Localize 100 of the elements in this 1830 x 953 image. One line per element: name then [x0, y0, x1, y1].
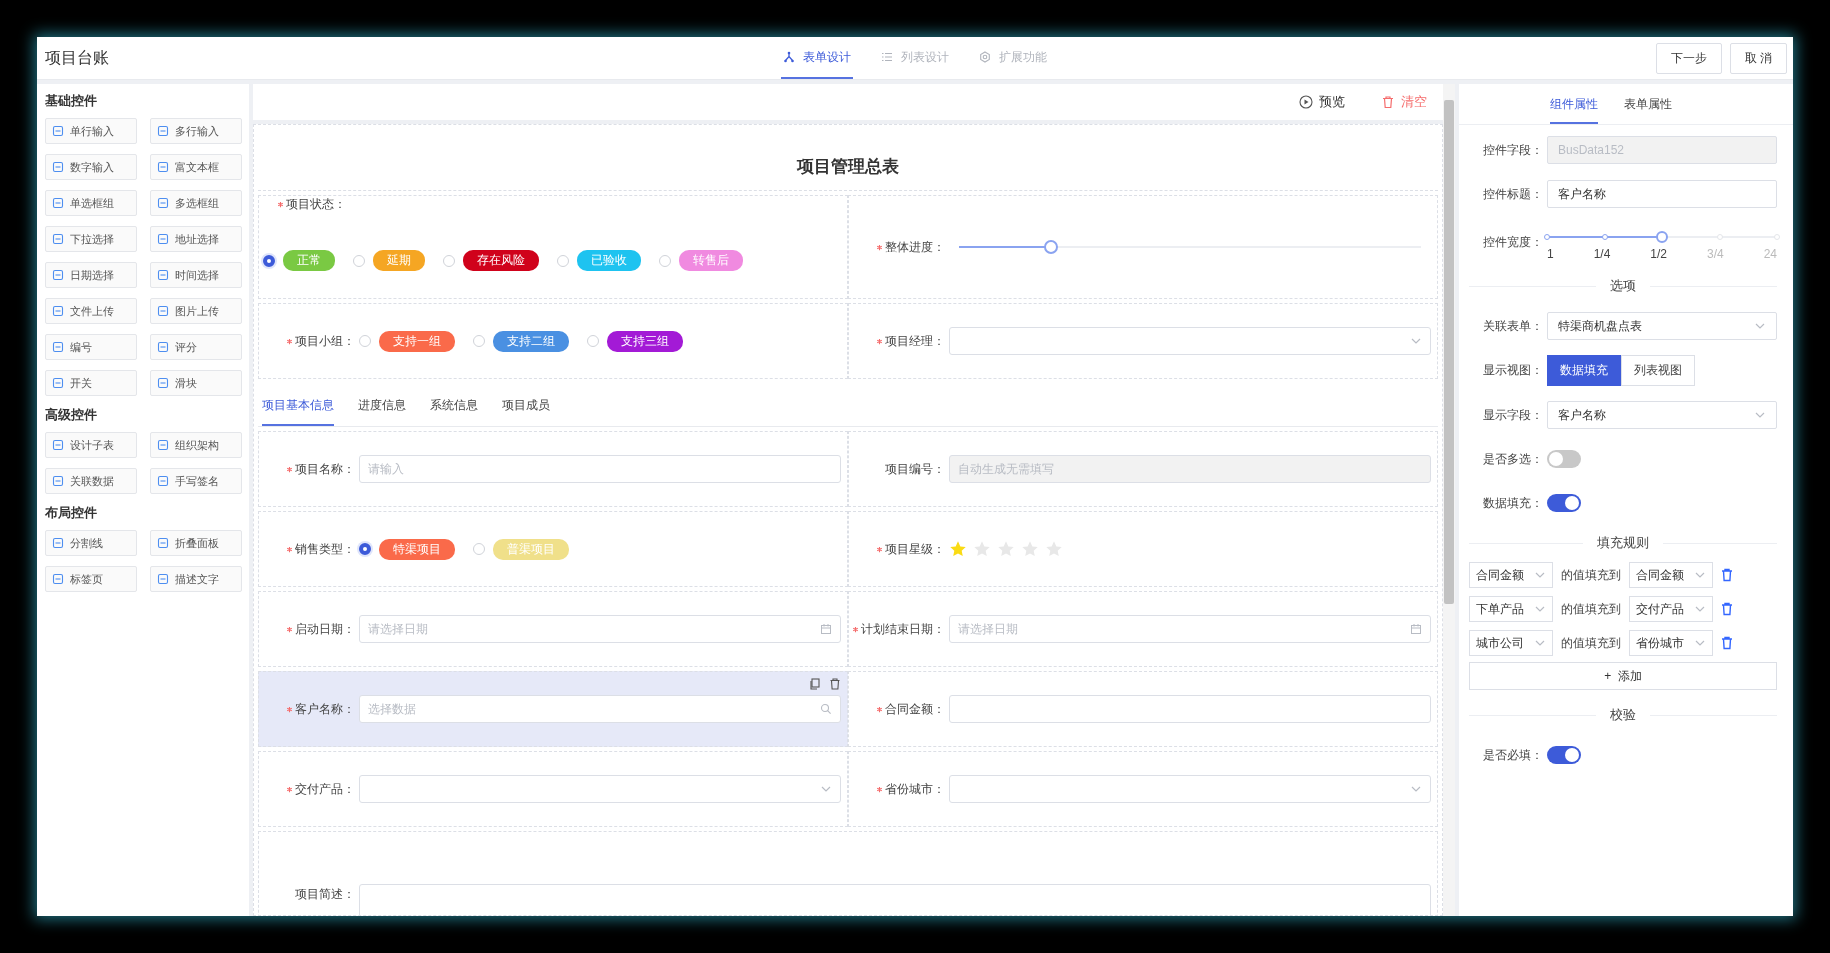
trash-icon[interactable] [1721, 636, 1733, 650]
palette-item[interactable]: 折叠面板 [150, 530, 242, 556]
radio-button[interactable] [359, 543, 371, 555]
toggle-switch[interactable] [1547, 746, 1581, 764]
field-area[interactable]: 项目名称： 请输入 [258, 431, 848, 507]
select-field[interactable]: 合同金额 [1629, 562, 1713, 588]
palette-item[interactable]: 时间选择 [150, 262, 242, 288]
select-field[interactable] [359, 775, 841, 803]
select-field[interactable] [949, 327, 1431, 355]
field-label: 启动日期： [295, 620, 355, 638]
palette-item[interactable]: 开关 [45, 370, 137, 396]
palette-item[interactable]: 分割线 [45, 530, 137, 556]
field-area[interactable]: 合同金额： [848, 671, 1438, 747]
palette-item[interactable]: 标签页 [45, 566, 137, 592]
slider-handle[interactable] [1044, 240, 1059, 254]
toggle-switch[interactable] [1547, 494, 1581, 512]
field-area[interactable]: 整体进度： [848, 195, 1438, 299]
field-label: 项目星级： [885, 540, 945, 558]
palette-item[interactable]: 关联数据 [45, 468, 137, 494]
palette-item[interactable]: 日期选择 [45, 262, 137, 288]
field-area[interactable]: 项目星级： [848, 511, 1438, 587]
field-area[interactable]: 交付产品： [258, 751, 848, 827]
widget-icon [157, 269, 169, 281]
properties-tab[interactable]: 组件属性 [1550, 96, 1598, 124]
property-label: 控件字段： [1482, 141, 1544, 159]
select-field[interactable] [949, 775, 1431, 803]
field-area[interactable]: 计划结束日期： 请选择日期 [848, 591, 1438, 667]
property-label: 显示视图： [1482, 362, 1544, 379]
properties-tab[interactable]: 表单属性 [1624, 96, 1672, 124]
palette-item[interactable]: 地址选择 [150, 226, 242, 252]
property-label: 数据填充： [1482, 494, 1544, 512]
form-tab[interactable]: 进度信息 [358, 397, 406, 426]
scrollbar[interactable] [1443, 84, 1455, 916]
field-area[interactable]: 销售类型： 特渠项目 普渠项目 [258, 511, 848, 587]
input-field[interactable]: 客户名称 [1547, 180, 1777, 208]
palette-item[interactable]: 描述文字 [150, 566, 242, 592]
palette-item[interactable]: 设计子表 [45, 432, 137, 458]
field-area[interactable]: 省份城市： [848, 751, 1438, 827]
radio-button[interactable] [263, 254, 275, 267]
preview-button[interactable]: 预览 [1293, 92, 1351, 112]
view-option[interactable]: 列表视图 [1621, 355, 1695, 386]
view-option[interactable]: 数据填充 [1547, 355, 1621, 386]
palette-item[interactable]: 多选框组 [150, 190, 242, 216]
designer-tab[interactable]: 表单设计 [781, 37, 853, 79]
widget-icon [52, 439, 64, 451]
slider-handle[interactable] [1656, 231, 1668, 243]
palette-section-title: 基础控件 [45, 92, 98, 110]
toggle-switch[interactable] [1547, 450, 1581, 468]
form-tab[interactable]: 系统信息 [430, 397, 478, 426]
select-field[interactable]: 交付产品 [1629, 596, 1713, 622]
select-field[interactable]: 合同金额 [1469, 562, 1553, 588]
select-field[interactable]: 下单产品 [1469, 596, 1553, 622]
selected-field-area[interactable]: 客户名称： 选择数据 [258, 671, 848, 747]
calendar-icon [1410, 623, 1422, 635]
input-field[interactable] [949, 695, 1431, 723]
widget-icon [52, 305, 64, 317]
palette-item[interactable]: 富文本框 [150, 154, 242, 180]
header-button[interactable]: 下一步 [1655, 42, 1722, 74]
palette-item[interactable]: 组织架构 [150, 432, 242, 458]
field-area[interactable]: 项目经理： [848, 303, 1438, 379]
option-tag: 已验收 [577, 250, 641, 271]
trash-icon[interactable] [1721, 602, 1733, 616]
slider-mark-label: 1/4 [1593, 247, 1611, 261]
copy-icon[interactable] [809, 678, 821, 690]
palette-item[interactable]: 下拉选择 [45, 226, 137, 252]
option-tag: 支持三组 [607, 330, 683, 352]
palette-item[interactable]: 图片上传 [150, 298, 242, 324]
palette-item[interactable]: 数字输入 [45, 154, 137, 180]
add-button[interactable]: + 添加 [1469, 662, 1777, 690]
star-icon[interactable] [949, 540, 967, 558]
property-label: 是否必填： [1482, 746, 1544, 764]
palette-item[interactable]: 文件上传 [45, 298, 137, 324]
select-field[interactable]: 特渠商机盘点表 [1547, 312, 1777, 340]
option-tag: 普渠项目 [493, 538, 569, 560]
field-label: 项目编号： [885, 460, 945, 478]
palette-item[interactable]: 单行输入 [45, 118, 137, 144]
header-button[interactable]: 取 消 [1729, 42, 1787, 74]
palette-section-title: 高级控件 [45, 406, 98, 424]
field-area[interactable]: 启动日期： 请选择日期 [258, 591, 848, 667]
palette-item[interactable]: 手写签名 [150, 468, 242, 494]
trash-icon[interactable] [829, 678, 841, 690]
widget-icon [157, 341, 169, 353]
form-tab[interactable]: 项目基本信息 [262, 397, 334, 426]
widget-icon [52, 537, 64, 549]
palette-item[interactable]: 单选框组 [45, 190, 137, 216]
trash-icon[interactable] [1721, 568, 1733, 582]
palette-item[interactable]: 多行输入 [150, 118, 242, 144]
form-tab[interactable]: 项目成员 [502, 397, 550, 426]
palette-item[interactable]: 编号 [45, 334, 137, 360]
rule-connector-text: 的值填充到 [1561, 566, 1621, 584]
field-area[interactable]: 项目状态： 正常 延期 存在风险 已验收 转售后 [258, 195, 848, 299]
field-area[interactable]: 项目简述： [258, 831, 1438, 915]
select-field[interactable]: 城市公司 [1469, 630, 1553, 656]
select-field[interactable]: 客户名称 [1547, 401, 1777, 429]
field-label: 交付产品： [295, 780, 355, 798]
option-tag: 存在风险 [463, 250, 539, 271]
palette-item[interactable]: 评分 [150, 334, 242, 360]
palette-item[interactable]: 滑块 [150, 370, 242, 396]
search-icon [820, 703, 832, 715]
select-field[interactable]: 省份城市 [1629, 630, 1713, 656]
